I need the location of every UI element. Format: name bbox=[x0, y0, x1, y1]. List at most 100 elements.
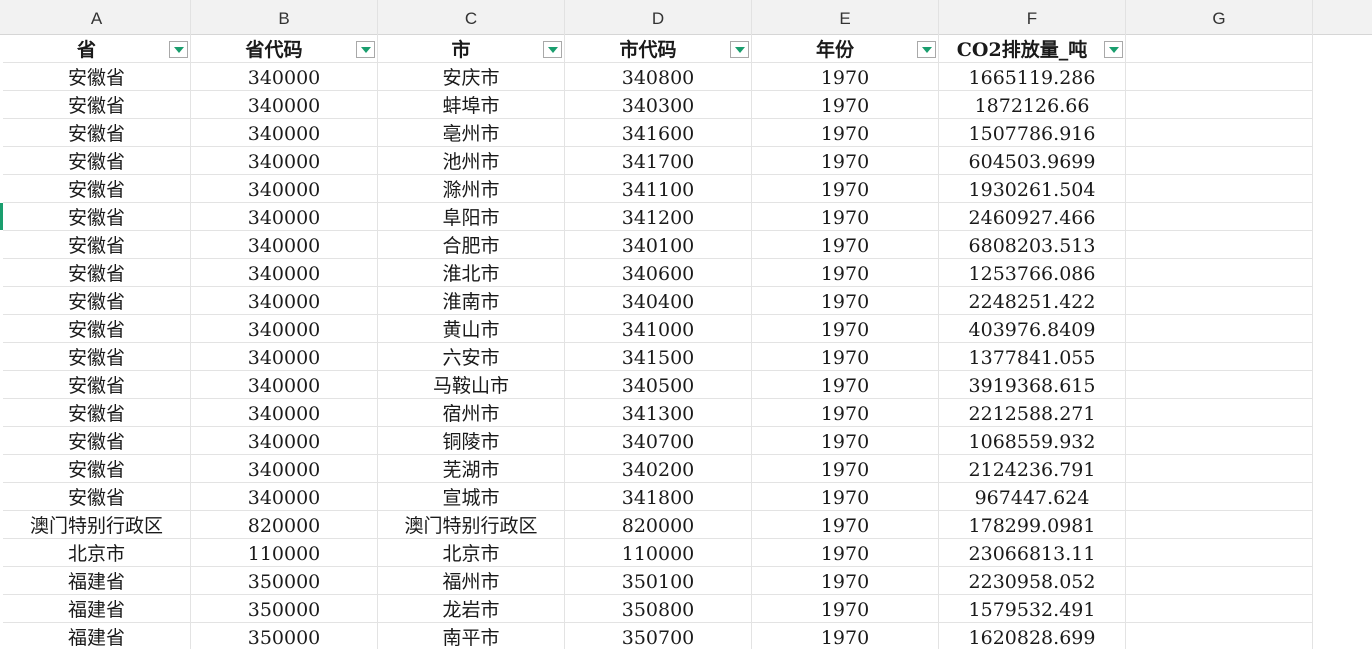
table-cell[interactable] bbox=[1126, 119, 1313, 147]
table-cell[interactable] bbox=[1126, 175, 1313, 203]
table-cell[interactable]: 1872126.66 bbox=[939, 91, 1126, 119]
table-cell[interactable]: 604503.9699 bbox=[939, 147, 1126, 175]
table-cell[interactable]: 340000 bbox=[191, 91, 378, 119]
table-cell[interactable]: 1970 bbox=[752, 315, 939, 343]
table-cell[interactable]: 淮北市 bbox=[378, 259, 565, 287]
table-cell[interactable]: 178299.0981 bbox=[939, 511, 1126, 539]
table-cell[interactable]: 1970 bbox=[752, 91, 939, 119]
table-cell[interactable]: 安徽省 bbox=[3, 259, 191, 287]
table-cell[interactable]: 安徽省 bbox=[3, 427, 191, 455]
table-cell[interactable]: 安徽省 bbox=[3, 455, 191, 483]
table-cell[interactable]: 安徽省 bbox=[3, 175, 191, 203]
table-cell[interactable]: 340000 bbox=[191, 259, 378, 287]
table-cell[interactable]: 1970 bbox=[752, 259, 939, 287]
table-cell[interactable]: 龙岩市 bbox=[378, 595, 565, 623]
table-cell[interactable]: 341500 bbox=[565, 343, 752, 371]
table-cell[interactable]: 967447.624 bbox=[939, 483, 1126, 511]
table-cell[interactable]: 1970 bbox=[752, 231, 939, 259]
column-header-b[interactable]: B bbox=[191, 0, 378, 35]
table-cell[interactable] bbox=[1126, 595, 1313, 623]
column-header-c[interactable]: C bbox=[378, 0, 565, 35]
table-cell[interactable]: 2460927.466 bbox=[939, 203, 1126, 231]
table-cell[interactable]: 合肥市 bbox=[378, 231, 565, 259]
table-cell[interactable]: 福州市 bbox=[378, 567, 565, 595]
table-cell[interactable]: 铜陵市 bbox=[378, 427, 565, 455]
table-cell[interactable]: 安庆市 bbox=[378, 63, 565, 91]
table-cell[interactable]: 340100 bbox=[565, 231, 752, 259]
table-cell[interactable] bbox=[1126, 63, 1313, 91]
table-cell[interactable]: 350700 bbox=[565, 623, 752, 649]
table-cell[interactable]: 340500 bbox=[565, 371, 752, 399]
table-cell[interactable]: 341300 bbox=[565, 399, 752, 427]
table-cell[interactable]: 阜阳市 bbox=[378, 203, 565, 231]
table-cell[interactable]: 南平市 bbox=[378, 623, 565, 649]
table-cell[interactable] bbox=[1126, 427, 1313, 455]
table-cell[interactable]: 安徽省 bbox=[3, 63, 191, 91]
table-cell[interactable] bbox=[1126, 91, 1313, 119]
table-cell[interactable]: 341200 bbox=[565, 203, 752, 231]
table-cell[interactable]: 澳门特别行政区 bbox=[378, 511, 565, 539]
table-cell[interactable]: 六安市 bbox=[378, 343, 565, 371]
table-cell[interactable]: 2230958.052 bbox=[939, 567, 1126, 595]
table-cell[interactable]: 340000 bbox=[191, 315, 378, 343]
filter-dropdown-icon[interactable] bbox=[1104, 41, 1123, 58]
table-cell[interactable]: 蚌埠市 bbox=[378, 91, 565, 119]
table-cell[interactable]: 340000 bbox=[191, 455, 378, 483]
table-cell[interactable]: 1970 bbox=[752, 371, 939, 399]
table-cell[interactable]: 1970 bbox=[752, 287, 939, 315]
filter-dropdown-icon[interactable] bbox=[356, 41, 375, 58]
table-cell[interactable]: 1970 bbox=[752, 147, 939, 175]
header-cell[interactable]: CO2排放量_吨 bbox=[939, 35, 1126, 63]
table-cell[interactable]: 341800 bbox=[565, 483, 752, 511]
table-cell[interactable]: 340000 bbox=[191, 119, 378, 147]
table-cell[interactable]: 1970 bbox=[752, 483, 939, 511]
table-cell[interactable] bbox=[1126, 567, 1313, 595]
table-cell[interactable]: 安徽省 bbox=[3, 231, 191, 259]
table-cell[interactable] bbox=[1126, 455, 1313, 483]
table-cell[interactable]: 340000 bbox=[191, 175, 378, 203]
table-cell[interactable]: 安徽省 bbox=[3, 147, 191, 175]
table-cell[interactable]: 1970 bbox=[752, 119, 939, 147]
table-cell[interactable]: 福建省 bbox=[3, 567, 191, 595]
table-cell[interactable]: 1507786.916 bbox=[939, 119, 1126, 147]
table-cell[interactable]: 安徽省 bbox=[3, 203, 191, 231]
table-cell[interactable]: 340600 bbox=[565, 259, 752, 287]
column-header-a[interactable]: A bbox=[3, 0, 191, 35]
table-cell[interactable] bbox=[1126, 231, 1313, 259]
filter-dropdown-icon[interactable] bbox=[169, 41, 188, 58]
table-cell[interactable]: 安徽省 bbox=[3, 119, 191, 147]
table-cell[interactable]: 1970 bbox=[752, 539, 939, 567]
table-cell[interactable]: 1970 bbox=[752, 567, 939, 595]
table-cell[interactable]: 340400 bbox=[565, 287, 752, 315]
table-cell[interactable] bbox=[1126, 259, 1313, 287]
table-cell[interactable]: 安徽省 bbox=[3, 287, 191, 315]
table-cell[interactable]: 820000 bbox=[191, 511, 378, 539]
table-cell[interactable]: 黄山市 bbox=[378, 315, 565, 343]
table-cell[interactable]: 820000 bbox=[565, 511, 752, 539]
table-cell[interactable]: 1620828.699 bbox=[939, 623, 1126, 649]
table-cell[interactable]: 340000 bbox=[191, 399, 378, 427]
table-cell[interactable]: 350000 bbox=[191, 623, 378, 649]
table-cell[interactable] bbox=[1126, 147, 1313, 175]
table-cell[interactable]: 340000 bbox=[191, 147, 378, 175]
filter-dropdown-icon[interactable] bbox=[543, 41, 562, 58]
filter-dropdown-icon[interactable] bbox=[917, 41, 936, 58]
table-cell[interactable]: 1970 bbox=[752, 595, 939, 623]
header-cell[interactable]: 市代码 bbox=[565, 35, 752, 63]
table-cell[interactable]: 1970 bbox=[752, 455, 939, 483]
header-cell[interactable] bbox=[1126, 35, 1313, 63]
table-cell[interactable]: 安徽省 bbox=[3, 399, 191, 427]
table-cell[interactable]: 澳门特别行政区 bbox=[3, 511, 191, 539]
table-cell[interactable]: 安徽省 bbox=[3, 483, 191, 511]
header-cell[interactable]: 省代码 bbox=[191, 35, 378, 63]
table-cell[interactable] bbox=[1126, 483, 1313, 511]
table-cell[interactable]: 北京市 bbox=[378, 539, 565, 567]
column-header-e[interactable]: E bbox=[752, 0, 939, 35]
table-cell[interactable]: 1970 bbox=[752, 427, 939, 455]
table-cell[interactable]: 1579532.491 bbox=[939, 595, 1126, 623]
table-cell[interactable]: 北京市 bbox=[3, 539, 191, 567]
table-cell[interactable]: 341600 bbox=[565, 119, 752, 147]
table-cell[interactable]: 340200 bbox=[565, 455, 752, 483]
table-cell[interactable]: 3919368.615 bbox=[939, 371, 1126, 399]
column-header-d[interactable]: D bbox=[565, 0, 752, 35]
